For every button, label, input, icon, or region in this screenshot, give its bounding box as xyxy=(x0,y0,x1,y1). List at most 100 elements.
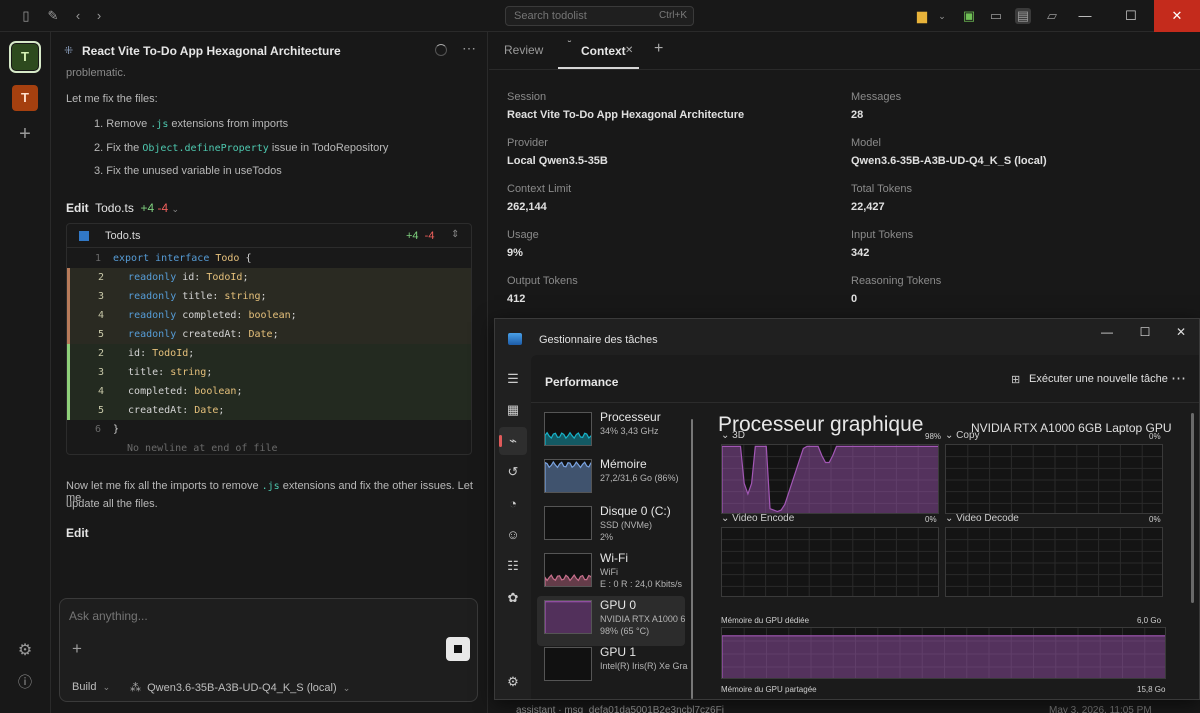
add-project-icon[interactable]: + xyxy=(16,124,34,144)
field-label: Usage xyxy=(507,229,539,241)
line-code: id: TodoId; xyxy=(116,348,195,359)
engine-label[interactable]: ⌄ Video Decode xyxy=(945,513,1019,524)
edit-tool-header[interactable]: Edit Todo.ts +4 -4 ⌄ xyxy=(66,201,179,215)
gpu-heading: Processeur graphique xyxy=(718,413,924,436)
more-options-icon[interactable]: ⋯ xyxy=(1171,369,1186,387)
title-bar: ▯ ✎ ‹ › Ctrl+K ▆ ⌄ ▣ ▭ ▤ ▱ — ☐ ✕ xyxy=(0,0,1200,32)
search-input[interactable] xyxy=(514,9,654,23)
maximize-icon[interactable]: ☐ xyxy=(1130,325,1160,339)
diff-header[interactable]: Todo.ts +4 -4 ⇕ xyxy=(67,224,471,248)
resource-detail: Intel(R) Iris(R) Xe Gra xyxy=(600,661,688,671)
diff-line: 1 export interface Todo { xyxy=(67,249,471,268)
message-date: May 3, 2026, 11:05 PM xyxy=(1049,705,1152,713)
edit-tool-header[interactable]: Edit xyxy=(66,526,89,540)
minimize-icon[interactable]: — xyxy=(1062,0,1108,32)
chevron-down-icon: ⌄ xyxy=(945,513,957,524)
resource-item[interactable]: GPU 0 NVIDIA RTX A1000 6 98% (65 °C) xyxy=(537,596,685,646)
performance-view: Performance ⊞ Exécuter une nouvelle tâch… xyxy=(531,355,1199,699)
close-icon[interactable]: ✕ xyxy=(1166,325,1196,339)
model-select[interactable]: ⁂ Qwen3.6-35B-A3B-UD-Q4_K_S (local) ⌄ xyxy=(130,681,350,694)
files-icon[interactable]: ▱ xyxy=(1044,8,1060,24)
engine-label[interactable]: ⌄ Video Encode xyxy=(721,513,794,524)
attach-icon[interactable]: + xyxy=(72,639,82,659)
engine-graph xyxy=(945,527,1163,597)
menu-icon[interactable]: ☰ xyxy=(504,370,522,388)
thumbnail-series xyxy=(545,574,591,586)
resource-item[interactable]: Wi-Fi WiFi E : 0 R : 24,0 Kbits/s xyxy=(537,549,685,599)
settings-icon[interactable]: ⚙ xyxy=(16,642,34,660)
folder-open-icon[interactable]: ▆ xyxy=(914,8,930,24)
engine-label[interactable]: ⌄ Copy xyxy=(945,430,980,441)
resource-item[interactable]: Disque 0 (C:) SSD (NVMe) 2% xyxy=(537,502,685,552)
expand-icon[interactable]: ⇕ xyxy=(451,229,459,240)
run-new-task-button[interactable]: Exécuter une nouvelle tâche xyxy=(1029,373,1168,385)
terminal-icon[interactable]: ▭ xyxy=(988,8,1004,24)
status-icon[interactable]: ▣ xyxy=(961,8,977,24)
diff-line: 2 readonly id: TodoId; xyxy=(67,268,471,287)
diff-line: 2 id: TodoId; xyxy=(67,344,471,363)
minimize-icon[interactable]: — xyxy=(1092,325,1122,339)
add-tab-icon[interactable]: + xyxy=(654,40,663,58)
close-icon[interactable]: ✕ xyxy=(1154,0,1200,32)
startup-icon[interactable]: ◔ xyxy=(504,495,522,513)
dedicated-memory-series xyxy=(722,635,1165,678)
more-options-icon[interactable]: ⋯ xyxy=(462,40,476,57)
details-icon[interactable]: ☷ xyxy=(504,557,522,575)
gpu-model-name: NVIDIA RTX A1000 6GB Laptop GPU xyxy=(971,421,1172,435)
services-icon[interactable]: ✿ xyxy=(504,589,522,607)
processes-icon[interactable]: ▦ xyxy=(504,401,522,419)
users-icon[interactable]: ☺ xyxy=(504,526,522,544)
new-session-icon[interactable]: ✎ xyxy=(45,8,61,24)
resource-detail: WiFi xyxy=(600,567,618,577)
diff-line: 6} xyxy=(67,420,471,439)
history-icon[interactable]: ↺ xyxy=(504,463,522,481)
resource-item[interactable]: Mémoire 27,2/31,6 Go (86%) xyxy=(537,455,685,505)
line-number: 1 xyxy=(94,253,101,264)
stop-button[interactable] xyxy=(446,637,470,661)
chevron-down-icon[interactable]: ⌄ xyxy=(934,8,950,24)
field-label: Provider xyxy=(507,137,548,149)
chevron-down-icon: ⌄ xyxy=(721,513,733,524)
field-label: Messages xyxy=(851,91,902,103)
line-number: 3 xyxy=(97,367,104,378)
back-icon[interactable]: ‹ xyxy=(70,8,86,24)
line-code: readonly completed: boolean; xyxy=(128,310,297,321)
shared-memory-label: Mémoire du GPU partagée xyxy=(721,685,817,694)
context-panel-icon[interactable]: ▤ xyxy=(1015,8,1031,24)
search-box[interactable]: Ctrl+K xyxy=(505,6,694,26)
close-tab-icon[interactable]: ✕ xyxy=(625,45,633,56)
engine-percent: 0% xyxy=(1149,515,1161,524)
chevron-down-icon: ⌄ xyxy=(171,204,180,214)
mode-select[interactable]: Build ⌄ xyxy=(72,681,110,693)
tab-context[interactable]: ˘ Context ✕ xyxy=(558,36,639,69)
scrollbar[interactable] xyxy=(691,419,693,699)
forward-icon[interactable]: › xyxy=(91,8,107,24)
chat-panel: ⁜ React Vite To-Do App Hexagonal Archite… xyxy=(52,32,488,713)
maximize-icon[interactable]: ☐ xyxy=(1108,0,1154,32)
engine-label[interactable]: ⌄ 3D xyxy=(721,430,745,441)
diff-line: 3 title: string; xyxy=(67,363,471,382)
performance-icon[interactable]: ⌁ xyxy=(499,427,527,455)
engine-graph xyxy=(945,444,1163,514)
diff-line: 4 completed: boolean; xyxy=(67,382,471,401)
field-label: Total Tokens xyxy=(851,183,912,195)
settings-icon[interactable]: ⚙ xyxy=(504,673,522,691)
line-number: 2 xyxy=(97,272,104,283)
tab-review[interactable]: Review xyxy=(504,43,543,57)
resource-item[interactable]: Processeur 34% 3,43 GHz xyxy=(537,408,685,458)
prompt-input[interactable] xyxy=(69,609,449,629)
help-icon[interactable]: ⓘ xyxy=(16,673,34,691)
scrollbar[interactable] xyxy=(1191,413,1194,603)
project-avatar[interactable]: T xyxy=(12,85,38,111)
engine-percent: 98% xyxy=(925,432,942,441)
line-code: export interface Todo { xyxy=(113,253,252,264)
tab-icon: ˘ xyxy=(568,40,572,51)
resource-item[interactable]: GPU 1 Intel(R) Iris(R) Xe Gra xyxy=(537,643,688,693)
panel-tabs: Review ˘ Context ✕ + xyxy=(489,32,1200,70)
resource-name: Disque 0 (C:) xyxy=(600,504,671,518)
sidebar-toggle-icon[interactable]: ▯ xyxy=(18,8,34,24)
project-avatar-active[interactable]: T xyxy=(9,41,41,73)
diff-note: No newline at end of file xyxy=(127,443,278,454)
engine-graph xyxy=(721,444,939,514)
resource-thumbnail xyxy=(544,506,592,540)
